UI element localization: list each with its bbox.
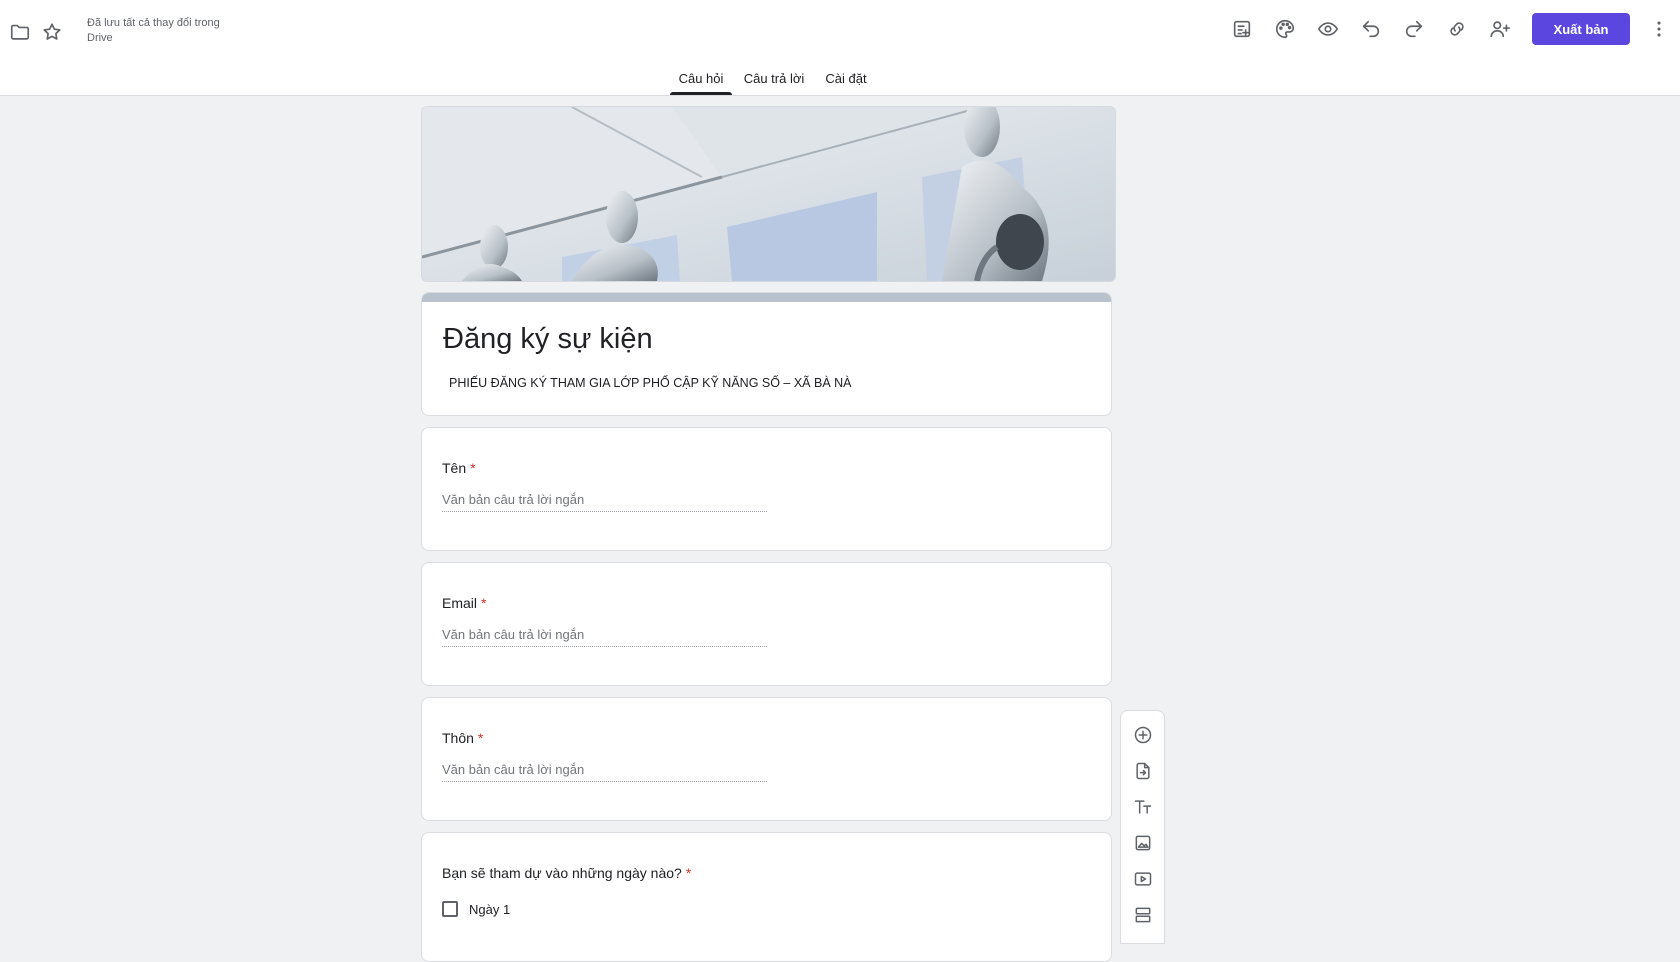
tab-settings[interactable]: Cài đặt xyxy=(820,62,872,95)
form-description[interactable]: PHIẾU ĐĂNG KÝ THAM GIA LỚP PHỔ CẬP KỸ NĂ… xyxy=(449,376,852,390)
floating-side-toolbar xyxy=(1120,710,1165,944)
question-card-name[interactable]: Tên * Văn bản câu trả lời ngắn xyxy=(421,427,1112,551)
save-status-text: Đã lưu tất cả thay đổi trong Drive xyxy=(87,17,220,44)
short-answer-field: Văn bản câu trả lời ngắn xyxy=(442,490,767,512)
add-collaborator-icon[interactable] xyxy=(1483,12,1517,46)
question-label: Thôn * xyxy=(442,730,483,746)
required-asterisk: * xyxy=(685,865,692,881)
title-card-accent-bar xyxy=(422,293,1111,302)
tab-bar: Câu hỏi Câu trả lời Cài đặt xyxy=(0,62,1680,95)
header-banner-image xyxy=(421,106,1116,282)
required-asterisk: * xyxy=(477,730,484,746)
short-answer-field: Văn bản câu trả lời ngắn xyxy=(442,760,767,782)
question-label: Tên * xyxy=(442,460,476,476)
question-card-email[interactable]: Email * Văn bản câu trả lời ngắn xyxy=(421,562,1112,686)
folder-icon[interactable] xyxy=(3,15,37,49)
question-card-attendance-days[interactable]: Bạn sẽ tham dự vào những ngày nào? * Ngày… xyxy=(421,832,1112,962)
checkbox-label: Ngày 1 xyxy=(469,901,511,917)
question-title: Tên xyxy=(442,460,467,476)
redo-icon[interactable] xyxy=(1397,12,1431,46)
preview-eye-icon[interactable] xyxy=(1311,12,1345,46)
undo-icon[interactable] xyxy=(1354,12,1388,46)
add-title-text-icon[interactable] xyxy=(1127,791,1159,823)
form-title[interactable]: Đăng ký sự kiện xyxy=(443,323,653,356)
banner-illustration xyxy=(422,107,1115,281)
question-label: Email * xyxy=(442,595,486,611)
form-title-card[interactable]: Đăng ký sự kiện PHIẾU ĐĂNG KÝ THAM GIA L… xyxy=(421,292,1112,416)
star-icon[interactable] xyxy=(35,15,69,49)
question-title: Email xyxy=(442,595,478,611)
checkbox-option[interactable]: Ngày 1 xyxy=(442,901,510,917)
import-questions-icon[interactable] xyxy=(1127,755,1159,787)
publish-button[interactable]: Xuất bản xyxy=(1532,13,1630,45)
top-app-bar: Đã lưu tất cả thay đổi trong Drive Xuất … xyxy=(0,0,1680,96)
palette-icon[interactable] xyxy=(1268,12,1302,46)
add-image-icon[interactable] xyxy=(1127,827,1159,859)
add-question-icon[interactable] xyxy=(1127,719,1159,751)
tab-responses[interactable]: Câu trả lời xyxy=(741,62,807,95)
required-asterisk: * xyxy=(481,595,487,611)
short-answer-field: Văn bản câu trả lời ngắn xyxy=(442,625,767,647)
required-asterisk: * xyxy=(470,460,476,476)
more-vert-icon[interactable] xyxy=(1642,12,1676,46)
link-icon[interactable] xyxy=(1440,12,1474,46)
add-section-icon[interactable] xyxy=(1127,899,1159,931)
add-ons-icon[interactable] xyxy=(1225,12,1259,46)
tab-questions[interactable]: Câu hỏi xyxy=(670,62,732,95)
question-title: Thôn xyxy=(442,730,474,746)
question-title: Bạn sẽ tham dự vào những ngày nào? xyxy=(442,865,682,881)
add-video-icon[interactable] xyxy=(1127,863,1159,895)
question-card-village[interactable]: Thôn * Văn bản câu trả lời ngắn xyxy=(421,697,1112,821)
checkbox[interactable] xyxy=(442,901,458,917)
question-label: Bạn sẽ tham dự vào những ngày nào? * xyxy=(442,865,691,881)
